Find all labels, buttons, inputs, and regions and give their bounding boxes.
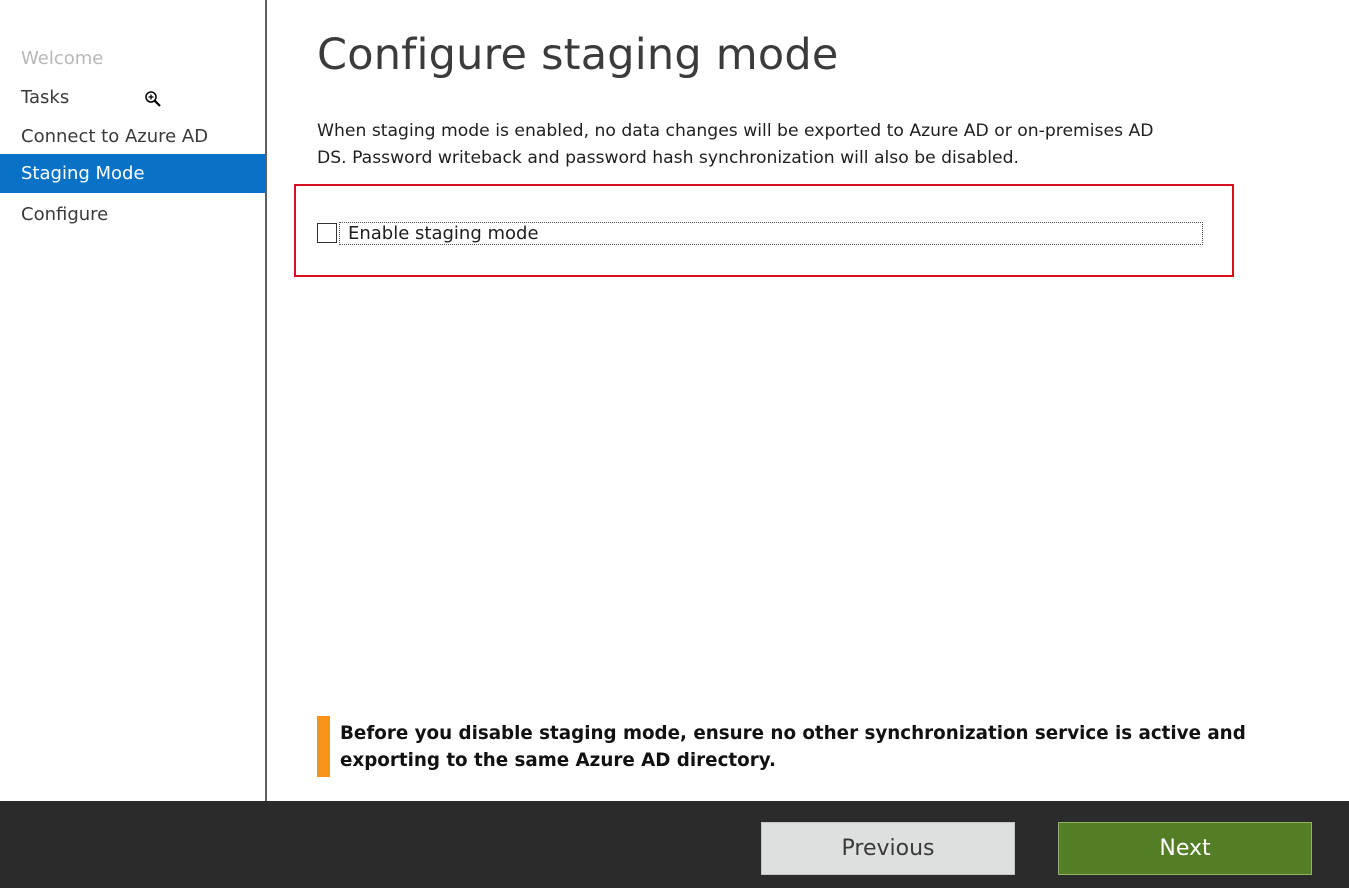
description-line-1: When staging mode is enabled, no data ch… <box>317 121 1154 141</box>
sidebar-item-welcome: Welcome <box>0 39 265 78</box>
enable-staging-mode-checkbox[interactable]: Enable staging mode <box>317 222 1205 246</box>
checkbox-label[interactable]: Enable staging mode <box>339 222 1203 245</box>
description: When staging mode is enabled, no data ch… <box>317 118 1197 172</box>
page-title: Configure staging mode <box>317 30 839 80</box>
sidebar-item-label: Tasks <box>21 87 70 108</box>
sidebar-item-label: Configure <box>21 204 109 225</box>
warning-bar <box>317 716 330 777</box>
main-panel: Configure staging mode When staging mode… <box>267 0 1349 801</box>
checkbox-box[interactable] <box>317 223 337 243</box>
sidebar-item-tasks[interactable]: Tasks <box>0 78 265 117</box>
warning-text: Before you disable staging mode, ensure … <box>340 723 1246 771</box>
sidebar-item-label: Connect to Azure AD <box>21 126 209 147</box>
next-button[interactable]: Next <box>1058 822 1312 875</box>
sidebar-item-staging-mode[interactable]: Staging Mode <box>0 154 265 193</box>
sidebar-nav: Welcome Tasks Connect to Azure AD Stagin… <box>0 0 267 801</box>
description-line-2: DS. Password writeback and password hash… <box>317 148 1019 168</box>
footer-bar: Previous Next <box>0 801 1349 888</box>
zoom-in-icon <box>145 91 161 107</box>
previous-button[interactable]: Previous <box>761 822 1015 875</box>
sidebar-item-configure[interactable]: Configure <box>0 195 265 234</box>
warning-notice: Before you disable staging mode, ensure … <box>317 716 1317 777</box>
sidebar-item-label: Staging Mode <box>21 163 145 184</box>
sidebar-item-label: Welcome <box>21 48 104 69</box>
sidebar-item-connect-to-azure-ad[interactable]: Connect to Azure AD <box>0 117 265 156</box>
